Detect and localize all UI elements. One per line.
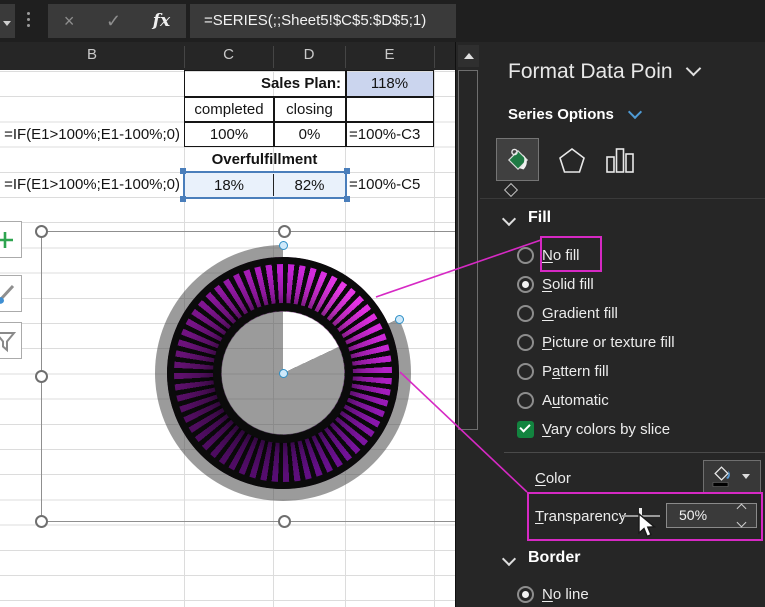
- funnel-icon: [0, 329, 17, 353]
- radio-no-line[interactable]: [517, 586, 534, 603]
- cell-overfulfillment-label[interactable]: Overfulfillment: [184, 147, 345, 172]
- chart-resize-handle[interactable]: [278, 515, 291, 528]
- chart-resize-handle[interactable]: [35, 225, 48, 238]
- insert-function-icon[interactable]: fx: [153, 11, 170, 31]
- annotation-box-no-fill: [540, 236, 602, 272]
- cell-overfulfillment-value[interactable]: 18%: [186, 173, 272, 198]
- cell-b5-formula[interactable]: =IF(E1>100%;E1-100%;0): [0, 172, 180, 197]
- cell-completed-header[interactable]: completed: [185, 97, 273, 122]
- cell-closing-header[interactable]: closing: [274, 97, 345, 122]
- range-handle[interactable]: [344, 168, 350, 174]
- formula-bar-drag-handle[interactable]: [27, 12, 30, 30]
- paintbrush-icon: [0, 282, 17, 306]
- chart-resize-handle[interactable]: [278, 225, 291, 238]
- cell-closing-value[interactable]: 0%: [274, 122, 345, 147]
- chart-resize-handle[interactable]: [35, 370, 48, 383]
- formula-bar-buttons: × ✓ fx: [48, 4, 186, 38]
- chart-resize-handle[interactable]: [35, 515, 48, 528]
- panel-title: Format Data Poin: [508, 60, 699, 84]
- tab-effects[interactable]: [550, 138, 593, 181]
- cancel-icon[interactable]: ×: [64, 12, 75, 30]
- cell-sales-plan-value[interactable]: 118%: [347, 72, 433, 96]
- range-handle[interactable]: [180, 168, 186, 174]
- fill-color-button[interactable]: [703, 460, 761, 493]
- fill-collapse-chevron-icon[interactable]: [502, 212, 516, 226]
- cell-b3-formula[interactable]: =IF(E1>100%;E1-100%;0): [0, 122, 180, 147]
- vertical-scrollbar[interactable]: [455, 42, 481, 607]
- checkbox-vary-colors[interactable]: [517, 421, 534, 438]
- chart-frame-top: [41, 231, 455, 232]
- fill-section-header[interactable]: Fill: [528, 209, 551, 227]
- column-header-c[interactable]: C: [184, 46, 273, 66]
- cell-sales-plan-label[interactable]: Sales Plan:: [186, 71, 341, 96]
- chart-elements-button[interactable]: [0, 221, 22, 258]
- chart-styles-button[interactable]: [0, 275, 22, 312]
- name-box-dropdown-icon: [3, 21, 11, 26]
- picture-fill-label[interactable]: Picture or texture fill: [542, 334, 675, 351]
- series-options-chevron-icon[interactable]: [628, 105, 642, 119]
- data-point-handle-right[interactable]: [395, 315, 404, 324]
- radio-picture-fill[interactable]: [517, 334, 534, 351]
- color-label: Color: [535, 470, 571, 487]
- enter-icon[interactable]: ✓: [106, 12, 121, 30]
- gradient-fill-label[interactable]: Gradient fill: [542, 305, 618, 322]
- formula-bar: × ✓ fx =SERIES(;;Sheet5!$C$5:$D$5;1): [0, 0, 765, 43]
- range-handle[interactable]: [180, 196, 186, 202]
- cell-completed-value[interactable]: 100%: [185, 122, 273, 147]
- fill-color-bucket-icon: [710, 466, 734, 488]
- scrollbar-thumb[interactable]: [458, 70, 478, 430]
- column-header-b[interactable]: B: [20, 46, 164, 66]
- up-arrow-icon: [464, 53, 474, 59]
- tab-series-options[interactable]: [598, 138, 641, 181]
- color-dropdown-icon[interactable]: [742, 474, 750, 479]
- radio-solid-fill[interactable]: [517, 276, 534, 293]
- border-collapse-chevron-icon[interactable]: [502, 552, 516, 566]
- radio-pattern-fill[interactable]: [517, 363, 534, 380]
- formula-input[interactable]: =SERIES(;;Sheet5!$C$5:$D$5;1): [190, 4, 456, 38]
- column-header-e[interactable]: E: [345, 46, 434, 66]
- column-header-d[interactable]: D: [273, 46, 345, 66]
- cell-e5-formula[interactable]: =100%-C5: [349, 172, 433, 197]
- paint-bucket-tip-icon: [504, 183, 518, 197]
- solid-fill-label[interactable]: Solid fill: [542, 276, 594, 293]
- format-data-point-panel: Format Data Poin Series Options: [480, 42, 765, 607]
- no-line-label[interactable]: No line: [542, 586, 589, 603]
- series-options-label[interactable]: Series Options: [508, 106, 640, 123]
- cell-e3-formula[interactable]: =100%-C3: [349, 122, 433, 147]
- column-headers: B C D E: [0, 42, 455, 71]
- cell-closing82-value[interactable]: 82%: [275, 173, 344, 198]
- bar-chart-icon: [605, 145, 635, 175]
- fill-handle[interactable]: [344, 196, 350, 202]
- data-point-handle-top[interactable]: [279, 241, 288, 250]
- vary-colors-label[interactable]: Vary colors by slice: [542, 421, 670, 438]
- pattern-fill-label[interactable]: Pattern fill: [542, 363, 609, 380]
- plus-icon: [0, 229, 16, 251]
- pentagon-icon: [557, 145, 587, 175]
- chart-frame-bottom: [41, 521, 455, 522]
- tab-fill-line[interactable]: [496, 138, 539, 181]
- automatic-label[interactable]: Automatic: [542, 392, 609, 409]
- panel-title-chevron-icon[interactable]: [686, 61, 702, 77]
- excel-window: × ✓ fx =SERIES(;;Sheet5!$C$5:$D$5;1) B C…: [0, 0, 765, 607]
- annotation-box-transparency: [527, 492, 763, 541]
- worksheet-grid[interactable]: Sales Plan: 118% completed closing =IF(E…: [0, 70, 455, 607]
- radio-no-fill[interactable]: [517, 247, 534, 264]
- border-section-header[interactable]: Border: [528, 549, 580, 567]
- scroll-up-button[interactable]: [458, 45, 479, 67]
- name-box[interactable]: [0, 4, 15, 38]
- radio-gradient-fill[interactable]: [517, 305, 534, 322]
- data-point-handle-center[interactable]: [279, 369, 288, 378]
- chart-filters-button[interactable]: [0, 322, 22, 359]
- radio-automatic[interactable]: [517, 392, 534, 409]
- paint-bucket-icon: [504, 146, 532, 174]
